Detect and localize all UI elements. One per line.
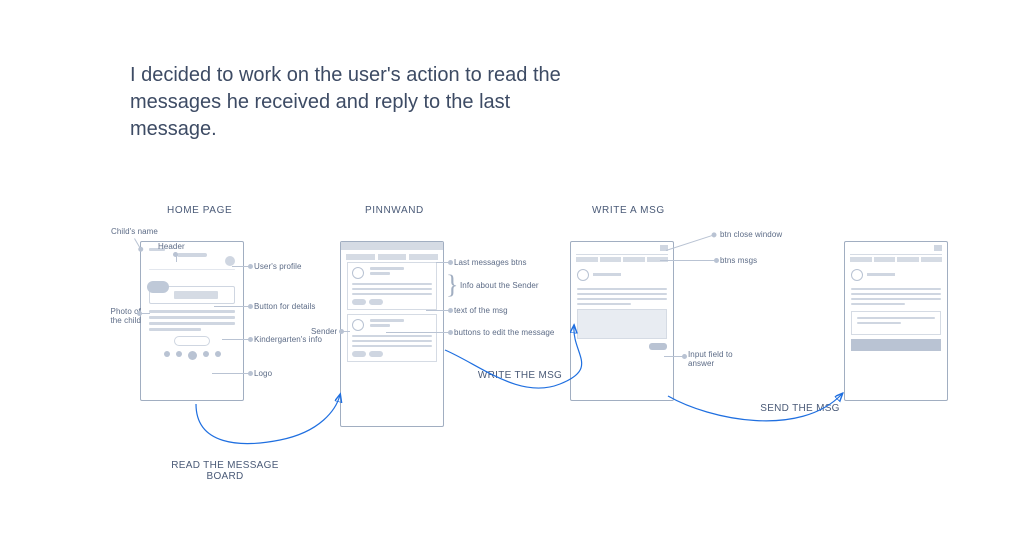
- sent-message-bubble: [851, 311, 941, 335]
- msg-tabs: [576, 257, 668, 262]
- phone-home: [140, 241, 244, 401]
- user-profile-avatar: [225, 256, 235, 266]
- phone-write: [570, 241, 674, 401]
- section-title-home: HOME PAGE: [167, 205, 232, 216]
- label-kindergarten-info: Kindergarten's info: [254, 335, 322, 344]
- flow-send-msg: SEND THE MSG: [745, 403, 855, 414]
- label-childs-name: Child's name: [111, 227, 158, 236]
- label-logo: Logo: [254, 369, 272, 378]
- label-btn-close: btn close window: [720, 230, 782, 239]
- label-edit-btns: buttons to edit the message: [454, 328, 554, 337]
- label-last-msgs-btns: Last messages btns: [454, 258, 527, 267]
- logo: [174, 336, 210, 346]
- intro-text: I decided to work on the user's action t…: [130, 62, 570, 143]
- brace-icon: }: [446, 272, 458, 298]
- details-button: [174, 291, 218, 299]
- phone-sent: [844, 241, 948, 401]
- label-sender: Sender: [311, 327, 337, 336]
- flow-read-board: READ THE MESSAGE BOARD: [165, 460, 285, 482]
- label-input-field: Input field to answer: [688, 350, 742, 368]
- label-header: Header: [158, 242, 185, 251]
- header-placeholder: [177, 253, 207, 257]
- topbar: [576, 245, 668, 255]
- message-action-buttons: [352, 299, 432, 305]
- nav-dots: [141, 351, 243, 366]
- label-text-msg: text of the msg: [454, 306, 508, 315]
- phone-pinnwand: [340, 241, 444, 427]
- section-title-write: WRITE A MSG: [592, 205, 665, 216]
- message-card-1: [347, 262, 437, 310]
- msg-view: [577, 266, 667, 305]
- child-card: [149, 286, 235, 304]
- flow-write-msg: WRITE THE MSG: [460, 370, 580, 381]
- label-sender-info: Info about the Sender: [460, 281, 539, 290]
- child-photo: [147, 281, 169, 293]
- send-button-small: [649, 343, 667, 350]
- sender-name-line: [370, 267, 404, 270]
- send-bar: [851, 339, 941, 351]
- last-messages-tabs: [341, 250, 443, 260]
- label-btns-msgs: btns msgs: [720, 256, 757, 265]
- label-users-profile: User's profile: [254, 262, 302, 271]
- label-photo-child: Photo of the child: [99, 307, 141, 325]
- kindergarten-info: [141, 308, 243, 331]
- sender-avatar: [352, 267, 364, 279]
- reply-input: [577, 309, 667, 339]
- message-card-2: [347, 314, 437, 362]
- message-body: [352, 283, 432, 295]
- label-button-details: Button for details: [254, 302, 315, 311]
- diagram-stage: { "intro": "I decided to work on the use…: [0, 0, 1024, 553]
- section-title-pinnwand: PINNWAND: [365, 205, 424, 216]
